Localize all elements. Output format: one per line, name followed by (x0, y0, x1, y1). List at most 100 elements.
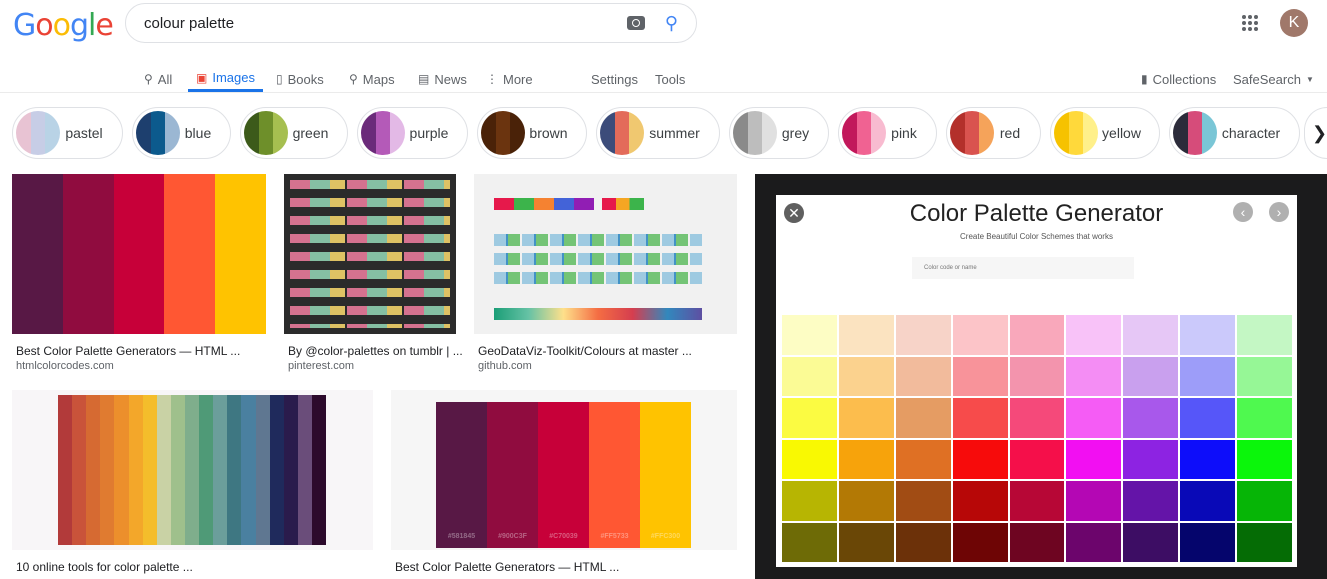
settings-link[interactable]: Settings (591, 66, 638, 92)
search-box[interactable]: colour palette ⚲ (125, 3, 697, 43)
chip-grey[interactable]: grey (729, 107, 829, 159)
color-swatch[interactable] (1123, 522, 1179, 562)
color-swatch[interactable] (1066, 315, 1122, 355)
result-title[interactable]: Best Color Palette Generators — HTML ... (395, 560, 619, 574)
color-swatch[interactable] (1180, 439, 1236, 479)
color-swatch[interactable] (952, 481, 1008, 521)
color-swatch[interactable] (895, 315, 951, 355)
search-input[interactable]: colour palette (144, 15, 627, 32)
color-swatch[interactable] (1009, 315, 1065, 355)
result-title[interactable]: GeoDataViz-Toolkit/Colours at master ... (478, 344, 692, 358)
color-stripe (156, 395, 171, 545)
color-swatch[interactable] (1123, 356, 1179, 396)
chip-blue[interactable]: blue (132, 107, 231, 159)
pin-icon: ⚲ (349, 72, 358, 86)
tab-news[interactable]: ▤ News (418, 66, 467, 92)
tab-books[interactable]: ▯ Books (276, 66, 324, 92)
color-swatch[interactable] (952, 439, 1008, 479)
color-swatch[interactable] (1066, 439, 1122, 479)
color-swatch[interactable] (1180, 522, 1236, 562)
color-swatch[interactable] (1123, 398, 1179, 438)
result-title[interactable]: Best Color Palette Generators — HTML ... (16, 344, 240, 358)
color-swatch[interactable] (1009, 439, 1065, 479)
result-image[interactable] (474, 174, 737, 334)
color-swatch[interactable] (782, 356, 837, 396)
color-swatch[interactable] (895, 522, 951, 562)
color-swatch[interactable] (1180, 315, 1236, 355)
chevron-right-icon[interactable]: ❯ (1304, 107, 1327, 159)
color-swatch[interactable] (895, 356, 951, 396)
color-swatch[interactable] (838, 356, 894, 396)
result-image[interactable] (284, 174, 456, 334)
chip-red[interactable]: red (946, 107, 1041, 159)
color-swatch[interactable] (1123, 481, 1179, 521)
color-swatch[interactable] (952, 522, 1008, 562)
tools-link[interactable]: Tools (655, 66, 685, 92)
chip-green[interactable]: green (240, 107, 348, 159)
avatar[interactable]: K (1280, 9, 1308, 37)
chip-brown[interactable]: brown (477, 107, 587, 159)
apps-grid-icon[interactable] (1242, 15, 1258, 31)
chip-pink[interactable]: pink (838, 107, 937, 159)
color-swatch[interactable] (1237, 481, 1292, 521)
color-swatch[interactable] (1237, 315, 1292, 355)
close-icon[interactable]: ✕ (784, 203, 804, 223)
color-swatch[interactable] (1123, 439, 1179, 479)
color-swatch[interactable] (782, 481, 837, 521)
color-swatch[interactable] (838, 481, 894, 521)
previous-icon[interactable]: ‹ (1233, 202, 1253, 222)
color-swatch[interactable] (952, 356, 1008, 396)
tab-more[interactable]: ⋮ More (486, 66, 533, 92)
chip-pastel[interactable]: pastel (12, 107, 123, 159)
safesearch-dropdown[interactable]: SafeSearch ▼ (1233, 66, 1314, 92)
chip-character[interactable]: character (1169, 107, 1300, 159)
color-swatch[interactable] (1066, 356, 1122, 396)
color-swatch[interactable] (1066, 398, 1122, 438)
color-swatch[interactable] (838, 398, 894, 438)
camera-icon[interactable] (626, 16, 645, 30)
color-swatch[interactable] (838, 522, 894, 562)
tab-maps[interactable]: ⚲ Maps (349, 66, 395, 92)
chip-yellow[interactable]: yellow (1050, 107, 1160, 159)
result-image[interactable] (12, 174, 266, 334)
color-swatch[interactable] (1009, 356, 1065, 396)
preview-image[interactable]: Color Palette Generator Create Beautiful… (776, 195, 1297, 567)
color-swatch[interactable] (782, 439, 837, 479)
tab-images[interactable]: ▣ Images (188, 66, 263, 92)
color-swatch[interactable] (1180, 356, 1236, 396)
chip-summer[interactable]: summer (596, 107, 720, 159)
result-title[interactable]: By @color-palettes on tumblr | ... (288, 344, 463, 358)
color-swatch[interactable] (952, 398, 1008, 438)
color-swatch[interactable] (782, 398, 837, 438)
color-swatch[interactable] (1237, 522, 1292, 562)
color-swatch[interactable] (1237, 398, 1292, 438)
color-swatch[interactable] (1009, 522, 1065, 562)
color-swatch[interactable] (1237, 439, 1292, 479)
color-swatch[interactable] (895, 481, 951, 521)
color-swatch[interactable] (1066, 522, 1122, 562)
color-swatch[interactable] (952, 315, 1008, 355)
color-swatch[interactable] (1009, 481, 1065, 521)
next-icon[interactable]: › (1269, 202, 1289, 222)
tab-all[interactable]: ⚲ All (144, 66, 172, 92)
color-swatch[interactable] (1066, 481, 1122, 521)
color-swatch[interactable] (782, 522, 837, 562)
color-swatch[interactable] (1009, 398, 1065, 438)
color-swatch[interactable] (1237, 356, 1292, 396)
color-swatch[interactable] (895, 398, 951, 438)
result-image[interactable]: #581845 #900C3F #C70039 #FF5733 #FFC300 (391, 390, 737, 550)
color-stripe (283, 395, 298, 545)
result-title[interactable]: 10 online tools for color palette ... (16, 560, 193, 574)
result-image[interactable] (12, 390, 373, 550)
color-swatch[interactable] (1180, 398, 1236, 438)
color-swatch[interactable] (895, 439, 951, 479)
color-swatch[interactable] (1180, 481, 1236, 521)
color-swatch[interactable] (838, 439, 894, 479)
color-swatch[interactable] (1123, 315, 1179, 355)
chip-purple[interactable]: purple (357, 107, 468, 159)
collections-link[interactable]: ▮ Collections (1141, 66, 1216, 92)
color-swatch[interactable] (838, 315, 894, 355)
color-swatch[interactable] (782, 315, 837, 355)
search-icon[interactable]: ⚲ (665, 13, 678, 34)
google-logo[interactable]: Google (13, 8, 114, 43)
